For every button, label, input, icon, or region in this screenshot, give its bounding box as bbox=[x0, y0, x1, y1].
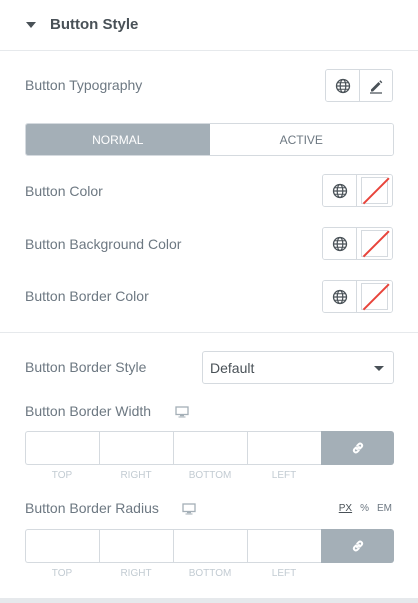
side-label-right: RIGHT bbox=[120, 470, 152, 481]
button-border-color-controls bbox=[322, 280, 393, 313]
border-radius-label: Button Border Radius bbox=[25, 500, 159, 516]
button-color-label: Button Color bbox=[25, 183, 103, 199]
side-label-right: RIGHT bbox=[120, 568, 152, 579]
border-radius-side-labels: TOP RIGHT BOTTOM LEFT bbox=[25, 568, 321, 579]
style-panel: Button Style Button Typography NORMAL AC… bbox=[0, 0, 418, 603]
caret-down-icon bbox=[26, 22, 36, 28]
typography-label: Button Typography bbox=[25, 77, 143, 93]
state-tabs: NORMAL ACTIVE bbox=[25, 123, 394, 156]
button-background-color-controls bbox=[322, 227, 393, 260]
side-label-top: TOP bbox=[51, 470, 73, 481]
section-header-button-style[interactable]: Button Style bbox=[0, 0, 418, 51]
empty-color-swatch bbox=[361, 230, 388, 257]
border-radius-left-input[interactable] bbox=[247, 529, 321, 563]
unit-em[interactable]: EM bbox=[377, 503, 392, 514]
border-radius-right-input[interactable] bbox=[99, 529, 173, 563]
tab-normal[interactable]: NORMAL bbox=[26, 124, 210, 155]
side-label-bottom: BOTTOM bbox=[188, 470, 232, 481]
empty-color-swatch bbox=[361, 283, 388, 310]
border-style-select[interactable]: Default bbox=[202, 351, 394, 384]
globe-icon[interactable] bbox=[323, 281, 356, 312]
button-border-color-label: Button Border Color bbox=[25, 288, 149, 304]
side-label-left: LEFT bbox=[271, 568, 297, 579]
link-icon[interactable] bbox=[321, 431, 394, 465]
button-background-color-label: Button Background Color bbox=[25, 236, 182, 252]
globe-icon[interactable] bbox=[323, 228, 356, 259]
border-width-dimensions bbox=[25, 431, 394, 465]
border-style-value: Default bbox=[210, 359, 255, 376]
tab-active[interactable]: ACTIVE bbox=[209, 124, 393, 155]
border-width-top-input[interactable] bbox=[25, 431, 99, 465]
desktop-icon[interactable] bbox=[182, 502, 196, 520]
globe-icon[interactable] bbox=[323, 175, 356, 206]
desktop-icon[interactable] bbox=[175, 405, 189, 423]
side-label-left: LEFT bbox=[271, 470, 297, 481]
typography-controls bbox=[325, 69, 393, 102]
side-label-top: TOP bbox=[51, 568, 73, 579]
panel-bottom-edge bbox=[0, 598, 418, 603]
color-picker-swatch[interactable] bbox=[356, 175, 392, 206]
section-divider bbox=[0, 332, 418, 333]
unit-px[interactable]: PX bbox=[339, 503, 352, 514]
section-title: Button Style bbox=[50, 16, 139, 33]
globe-icon[interactable] bbox=[326, 70, 359, 101]
unit-percent[interactable]: % bbox=[360, 503, 369, 514]
border-width-right-input[interactable] bbox=[99, 431, 173, 465]
border-radius-bottom-input[interactable] bbox=[173, 529, 247, 563]
chevron-down-icon bbox=[374, 366, 384, 371]
border-width-label: Button Border Width bbox=[25, 403, 152, 419]
border-radius-top-input[interactable] bbox=[25, 529, 99, 563]
border-width-left-input[interactable] bbox=[247, 431, 321, 465]
unit-switcher: PX % EM bbox=[339, 503, 392, 514]
side-label-bottom: BOTTOM bbox=[188, 568, 232, 579]
button-color-controls bbox=[322, 174, 393, 207]
border-width-bottom-input[interactable] bbox=[173, 431, 247, 465]
color-picker-swatch[interactable] bbox=[356, 228, 392, 259]
border-radius-dimensions bbox=[25, 529, 394, 563]
border-style-label: Button Border Style bbox=[25, 359, 147, 375]
link-icon[interactable] bbox=[321, 529, 394, 563]
pencil-icon[interactable] bbox=[359, 70, 392, 101]
color-picker-swatch[interactable] bbox=[356, 281, 392, 312]
border-width-side-labels: TOP RIGHT BOTTOM LEFT bbox=[25, 470, 321, 481]
empty-color-swatch bbox=[361, 177, 388, 204]
